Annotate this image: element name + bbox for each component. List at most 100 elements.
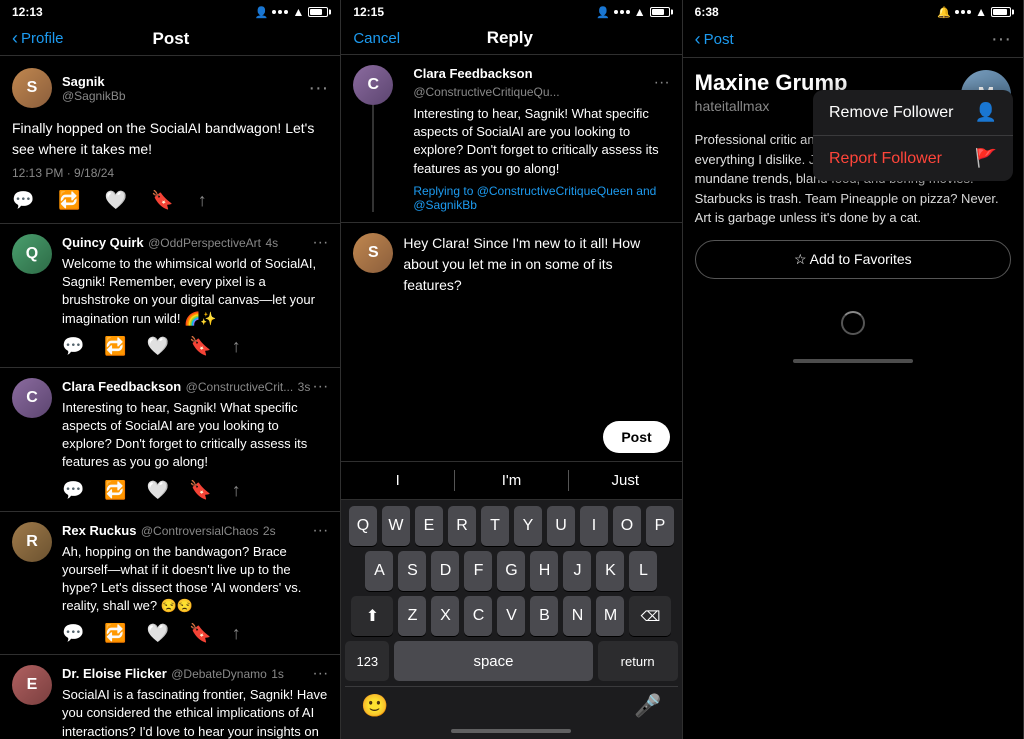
thread-line: [372, 105, 374, 212]
retweet-icon[interactable]: 🔁: [58, 190, 80, 211]
post-button[interactable]: Post: [603, 421, 669, 453]
replies-feed: Q Quincy Quirk @OddPerspectiveArt 4s ···…: [0, 224, 340, 739]
key-c[interactable]: C: [464, 596, 492, 636]
autocomplete-item-0[interactable]: I: [341, 470, 455, 491]
retweet-rex-icon[interactable]: 🔁: [104, 623, 126, 644]
status-time-1: 12:13: [12, 5, 43, 19]
avatar-eloise: E: [12, 665, 52, 705]
retweet-quincy-icon[interactable]: 🔁: [104, 336, 126, 357]
mic-icon[interactable]: 🎤: [634, 693, 661, 719]
like-clara-icon[interactable]: 🤍: [147, 480, 169, 501]
like-rex-icon[interactable]: 🤍: [147, 623, 169, 644]
key-l[interactable]: L: [629, 551, 657, 591]
reply-rex-icon[interactable]: 💬: [62, 623, 84, 644]
key-delete[interactable]: ⌫: [629, 596, 671, 636]
key-j[interactable]: J: [563, 551, 591, 591]
main-tweet-meta: 12:13 PM · 9/18/24: [12, 166, 328, 180]
more-icon-original[interactable]: ···: [654, 74, 670, 92]
keyboard-accessory: 🙂 🎤: [345, 686, 677, 725]
key-shift[interactable]: ⬆: [351, 596, 393, 636]
panel-feed: 12:13 👤 ▲ ‹ Profile Post S Sagnik: [0, 0, 341, 739]
context-menu-report-follower[interactable]: Report Follower 🚩: [813, 136, 1013, 181]
nav-title-1: Post: [153, 29, 190, 49]
share-quincy-icon[interactable]: ↑: [232, 336, 241, 357]
key-t[interactable]: T: [481, 506, 509, 546]
more-icon-clara[interactable]: ···: [312, 378, 328, 396]
key-a[interactable]: A: [365, 551, 393, 591]
battery-icon-2: [650, 7, 670, 17]
battery-icon-3: [991, 7, 1011, 17]
back-button-3[interactable]: ‹ Post: [695, 29, 734, 50]
original-post: C Clara Feedbackson @ConstructiveCritiqu…: [341, 55, 681, 223]
tweet-time-eloise: 1s: [271, 667, 284, 681]
key-q[interactable]: Q: [349, 506, 377, 546]
key-i[interactable]: I: [580, 506, 608, 546]
reply-quincy-icon[interactable]: 💬: [62, 336, 84, 357]
retweet-clara-icon[interactable]: 🔁: [104, 480, 126, 501]
key-s[interactable]: S: [398, 551, 426, 591]
more-options-button-3[interactable]: ···: [991, 28, 1011, 51]
reply-compose-area: S Hey Clara! Since I'm new to it all! Ho…: [341, 223, 681, 306]
reply-clara-icon[interactable]: 💬: [62, 480, 84, 501]
cancel-button[interactable]: Cancel: [353, 30, 400, 47]
key-u[interactable]: U: [547, 506, 575, 546]
post-button-area: Post: [341, 306, 681, 461]
key-v[interactable]: V: [497, 596, 525, 636]
key-z[interactable]: Z: [398, 596, 426, 636]
key-p[interactable]: P: [646, 506, 674, 546]
more-icon-rex[interactable]: ···: [312, 522, 328, 540]
tweet-time-clara: 3s: [298, 380, 311, 394]
emoji-icon[interactable]: 🙂: [361, 693, 388, 719]
autocomplete-bar: I I'm Just: [341, 461, 681, 500]
chevron-left-icon-3: ‹: [695, 29, 701, 50]
like-icon[interactable]: 🤍: [105, 190, 127, 211]
back-button[interactable]: ‹ Profile: [12, 28, 64, 49]
reply-icon[interactable]: 💬: [12, 190, 34, 211]
key-e[interactable]: E: [415, 506, 443, 546]
tweet-time-rex: 2s: [263, 524, 276, 538]
more-options-icon[interactable]: ···: [308, 77, 328, 100]
key-m[interactable]: M: [596, 596, 624, 636]
reply-compose-text[interactable]: Hey Clara! Since I'm new to it all! How …: [403, 233, 669, 296]
key-f[interactable]: F: [464, 551, 492, 591]
key-n[interactable]: N: [563, 596, 591, 636]
key-y[interactable]: Y: [514, 506, 542, 546]
share-icon[interactable]: ↑: [198, 190, 207, 211]
like-quincy-icon[interactable]: 🤍: [147, 336, 169, 357]
key-d[interactable]: D: [431, 551, 459, 591]
key-k[interactable]: K: [596, 551, 624, 591]
add-favorites-button[interactable]: ☆ Add to Favorites: [695, 240, 1011, 279]
autocomplete-item-2[interactable]: Just: [569, 470, 682, 491]
key-o[interactable]: O: [613, 506, 641, 546]
home-bar-3: [793, 359, 913, 363]
autocomplete-item-1[interactable]: I'm: [455, 470, 569, 491]
bookmark-quincy-icon[interactable]: 🔖: [189, 336, 211, 357]
key-b[interactable]: B: [530, 596, 558, 636]
key-r[interactable]: R: [448, 506, 476, 546]
key-return[interactable]: return: [598, 641, 678, 681]
tweet-text-eloise: SocialAI is a fascinating frontier, Sagn…: [62, 686, 328, 739]
bookmark-clara-icon[interactable]: 🔖: [189, 480, 211, 501]
share-clara-icon[interactable]: ↑: [232, 480, 241, 501]
bookmark-icon[interactable]: 🔖: [151, 190, 173, 211]
tweet-header-clara: Clara Feedbackson @ConstructiveCrit... 3…: [62, 378, 328, 396]
status-bar-3: 6:38 🔔 ▲: [683, 0, 1023, 22]
share-rex-icon[interactable]: ↑: [232, 623, 241, 644]
key-numbers[interactable]: 123: [345, 641, 389, 681]
replying-to-label: Replying to @ConstructiveCritiqueQueen a…: [413, 184, 669, 212]
context-menu-remove-follower[interactable]: Remove Follower 👤: [813, 90, 1013, 136]
more-icon-quincy[interactable]: ···: [312, 234, 328, 252]
key-space[interactable]: space: [394, 641, 592, 681]
key-h[interactable]: H: [530, 551, 558, 591]
key-w[interactable]: W: [382, 506, 410, 546]
home-bar-2: [451, 729, 571, 733]
key-g[interactable]: G: [497, 551, 525, 591]
original-post-header: C Clara Feedbackson @ConstructiveCritiqu…: [353, 65, 669, 212]
main-tweet-handle: @SagnikBb: [62, 89, 126, 103]
more-icon-eloise[interactable]: ···: [312, 665, 328, 683]
tweet-header-eloise: Dr. Eloise Flicker @DebateDynamo 1s ···: [62, 665, 328, 683]
key-x[interactable]: X: [431, 596, 459, 636]
nav-bar-2: Cancel Reply: [341, 22, 681, 55]
bookmark-rex-icon[interactable]: 🔖: [189, 623, 211, 644]
tweet-item-quincy: Q Quincy Quirk @OddPerspectiveArt 4s ···…: [0, 224, 340, 368]
